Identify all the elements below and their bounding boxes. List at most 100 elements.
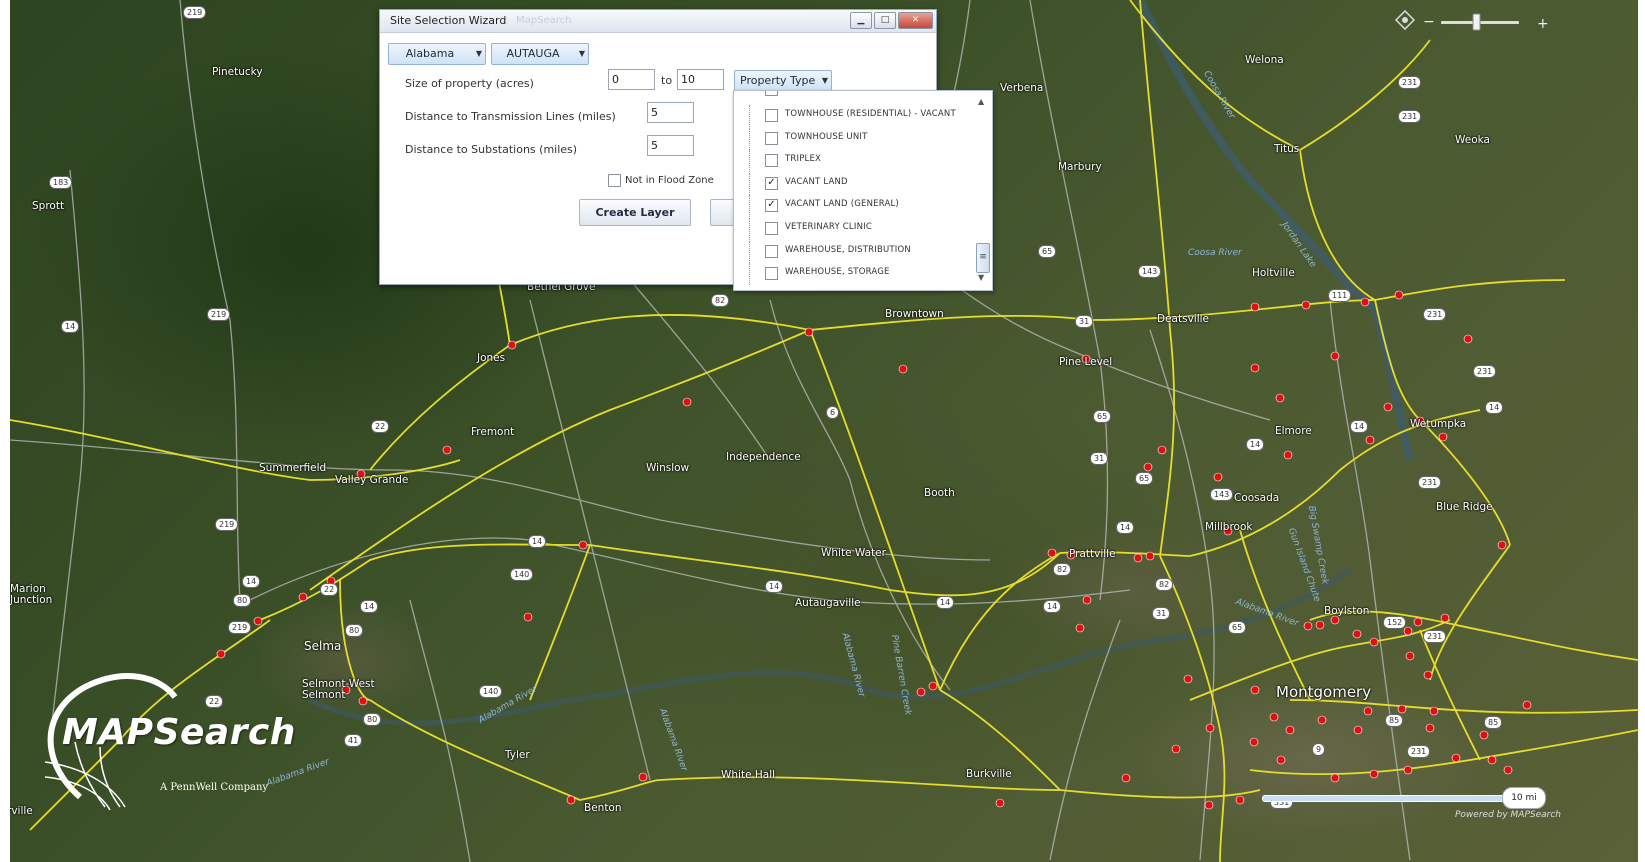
list-item[interactable]: ✓ VACANT LAND (GENERAL) bbox=[734, 195, 972, 217]
minimize-button[interactable]: ▁ bbox=[850, 12, 872, 29]
list-item[interactable]: TOWNHOUSE UNIT bbox=[734, 128, 972, 150]
property-type-select[interactable]: Property Type ▼ bbox=[734, 70, 832, 91]
road-shield: 143 bbox=[1210, 488, 1234, 501]
road-shield: 65 bbox=[1038, 245, 1057, 258]
transmission-label: Distance to Transmission Lines (miles) bbox=[405, 110, 616, 123]
checkbox[interactable] bbox=[765, 222, 778, 235]
road-shield: 231 bbox=[1398, 110, 1422, 123]
list-item[interactable]: TRIPLEX bbox=[734, 150, 972, 172]
scale-label: 10 mi bbox=[1502, 787, 1546, 809]
road-shield: 231 bbox=[1423, 308, 1447, 321]
road-shield: 231 bbox=[1423, 630, 1447, 643]
chevron-down-icon: ▼ bbox=[821, 76, 828, 85]
road-shield: 82 bbox=[1053, 563, 1072, 576]
town-label: Benton bbox=[584, 802, 622, 814]
pan-icon[interactable] bbox=[1394, 9, 1416, 31]
scrollbar-thumb[interactable]: ≡ bbox=[976, 243, 990, 273]
list-item[interactable]: WAREHOUSE, STORAGE bbox=[734, 263, 972, 285]
maximize-button[interactable]: □ bbox=[874, 12, 896, 29]
window-edge bbox=[1638, 0, 1645, 862]
town-label: Sprott bbox=[32, 200, 65, 212]
substation-distance-input[interactable] bbox=[647, 135, 694, 156]
substation-label: Distance to Substations (miles) bbox=[405, 143, 578, 156]
size-from-input[interactable] bbox=[608, 69, 655, 90]
size-label: Size of property (acres) bbox=[405, 77, 534, 90]
town-label: Blue Ridge bbox=[1436, 501, 1493, 513]
list-item-label: TOWNHOUSE UNIT bbox=[785, 132, 868, 142]
scroll-down-icon[interactable]: ▼ bbox=[978, 273, 984, 282]
size-to-input[interactable] bbox=[677, 69, 724, 90]
window-edge-left bbox=[0, 0, 10, 862]
map-scale: 10 mi bbox=[1262, 786, 1552, 810]
town-label: Pine Level bbox=[1059, 356, 1113, 368]
road-shield: 231 bbox=[1407, 745, 1431, 758]
town-label: White Hall bbox=[721, 769, 776, 781]
zoom-slider-thumb[interactable] bbox=[1472, 13, 1481, 31]
road-shield: 111 bbox=[1328, 289, 1352, 302]
town-label: Marion Junction bbox=[10, 583, 53, 606]
dialog-titlebar[interactable]: Site Selection Wizard MapSearch ▁ □ ✕ bbox=[380, 10, 936, 33]
list-item-label: VACANT LAND bbox=[785, 177, 848, 187]
town-label: Summerfield bbox=[259, 462, 327, 474]
close-icon: ✕ bbox=[911, 15, 920, 25]
maximize-icon: □ bbox=[880, 15, 890, 25]
list-scrollbar[interactable]: ▲ ≡ ▼ bbox=[976, 95, 990, 285]
town-label: Millbrook bbox=[1205, 521, 1253, 533]
checkbox[interactable] bbox=[765, 109, 778, 122]
map-navigation-control[interactable]: − + bbox=[1393, 8, 1553, 38]
titlebar-ghost-text: MapSearch bbox=[516, 15, 572, 26]
checkbox-checked[interactable]: ✓ bbox=[765, 199, 778, 212]
list-item[interactable]: WAREHOUSE, DISTRIBUTION bbox=[734, 241, 972, 263]
road-shield: 14 bbox=[528, 535, 547, 548]
town-label: Booth bbox=[924, 487, 955, 499]
road-shield: 143 bbox=[1138, 265, 1162, 278]
logo-subtitle: A PennWell Company bbox=[160, 782, 269, 793]
road-shield: 22 bbox=[371, 420, 390, 433]
dialog-title: Site Selection Wizard bbox=[390, 14, 507, 27]
road-shield: 140 bbox=[479, 685, 503, 698]
checkbox bbox=[765, 91, 778, 96]
town-label: Deatsville bbox=[1157, 313, 1209, 325]
town-label: Marbury bbox=[1058, 161, 1102, 173]
road-shield: 31 bbox=[1075, 315, 1094, 328]
alabama-river-line bbox=[308, 567, 1352, 726]
chevron-down-icon: ▼ bbox=[475, 49, 482, 58]
list-item-label: VETERINARY CLINIC bbox=[785, 222, 872, 232]
road-shield: 231 bbox=[1418, 476, 1442, 489]
road-shield: 82 bbox=[1155, 578, 1174, 591]
road-shield: 14 bbox=[1485, 401, 1504, 414]
zoom-in-icon[interactable]: + bbox=[1537, 16, 1549, 32]
town-label: Prattville bbox=[1069, 548, 1116, 560]
list-item-partial bbox=[734, 91, 972, 97]
road-shield: 183 bbox=[49, 176, 73, 189]
list-item-label: WAREHOUSE, STORAGE bbox=[785, 267, 890, 277]
transmission-distance-input[interactable] bbox=[647, 102, 694, 123]
scroll-up-icon[interactable]: ▲ bbox=[978, 97, 984, 106]
checkbox[interactable] bbox=[765, 245, 778, 258]
checkbox[interactable] bbox=[765, 267, 778, 280]
property-type-list[interactable]: TOWNHOUSE (RESIDENTIAL) - VACANT TOWNHOU… bbox=[733, 90, 993, 291]
town-label: Pinetucky bbox=[212, 66, 263, 78]
state-select[interactable]: Alabama ▼ bbox=[388, 43, 486, 65]
town-label: Titus bbox=[1274, 143, 1300, 155]
road-shield: 6 bbox=[826, 406, 840, 419]
list-item[interactable]: ✓ VACANT LAND bbox=[734, 173, 972, 195]
zoom-out-icon[interactable]: − bbox=[1423, 14, 1435, 30]
road-shield: 152 bbox=[1383, 616, 1407, 629]
road-shield: 9 bbox=[1312, 743, 1326, 756]
town-label: rville bbox=[7, 805, 33, 817]
checkbox[interactable] bbox=[765, 132, 778, 145]
road-shield: 14 bbox=[936, 596, 955, 609]
road-shield: 219 bbox=[207, 308, 231, 321]
checkbox-checked[interactable]: ✓ bbox=[765, 177, 778, 190]
county-select[interactable]: AUTAUGA ▼ bbox=[491, 43, 589, 65]
create-layer-button[interactable]: Create Layer bbox=[579, 199, 691, 226]
list-item[interactable]: TOWNHOUSE (RESIDENTIAL) - VACANT bbox=[734, 105, 972, 127]
road-shield: 14 bbox=[1116, 521, 1135, 534]
list-item-label: TOWNHOUSE (RESIDENTIAL) - VACANT bbox=[785, 109, 956, 119]
checkbox[interactable] bbox=[765, 154, 778, 167]
flood-zone-checkbox[interactable] bbox=[608, 174, 621, 187]
list-item[interactable]: VETERINARY CLINIC bbox=[734, 218, 972, 240]
road-shield: 231 bbox=[1398, 76, 1422, 89]
close-button[interactable]: ✕ bbox=[898, 12, 933, 29]
